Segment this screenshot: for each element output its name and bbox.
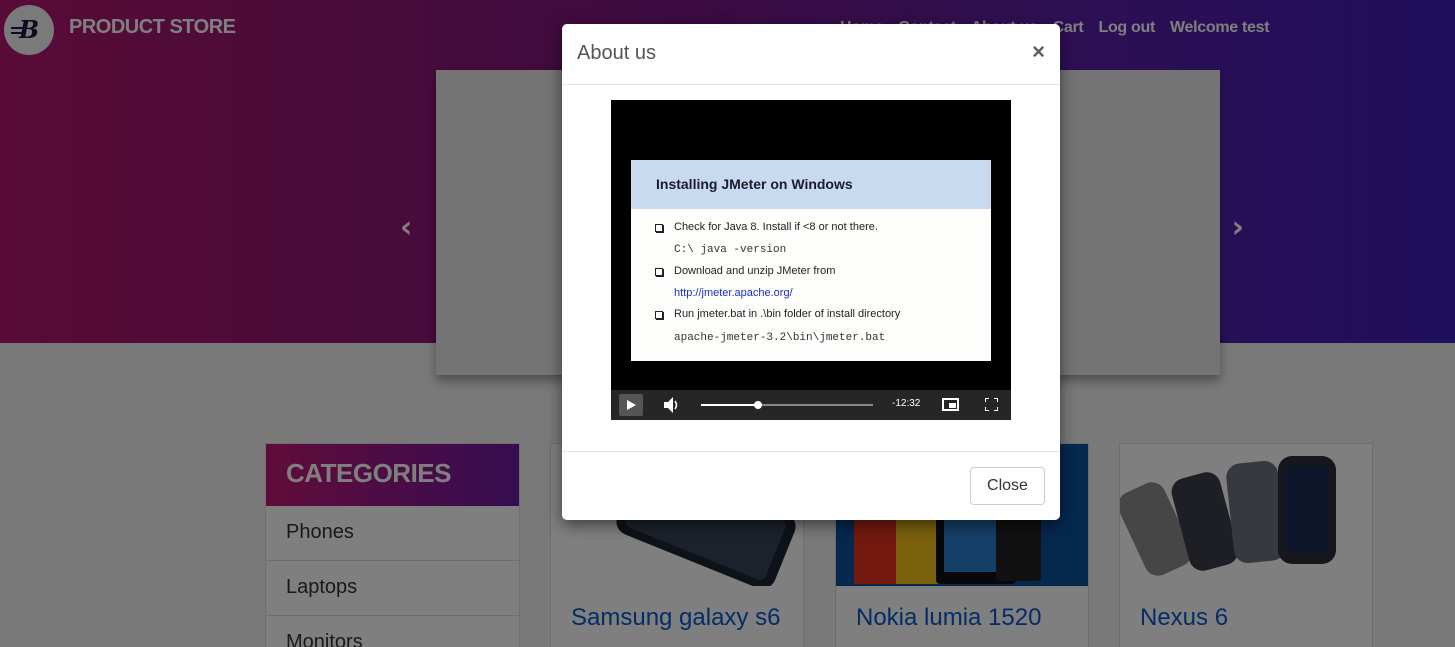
play-icon[interactable]	[619, 394, 643, 416]
checkbox-bullet-icon	[655, 224, 663, 232]
slide-line: apache-jmeter-3.2\bin\jmeter.bat	[674, 332, 886, 344]
slide-link: http://jmeter.apache.org/	[674, 287, 793, 299]
video-player[interactable]: Installing JMeter on Windows Check for J…	[611, 100, 1011, 420]
time-remaining: -12:32	[892, 398, 921, 409]
video-frame: Installing JMeter on Windows Check for J…	[631, 160, 991, 361]
video-controls: -12:32	[611, 390, 1011, 420]
close-icon[interactable]: ×	[1032, 39, 1045, 65]
slide-title: Installing JMeter on Windows	[631, 160, 991, 209]
volume-icon[interactable]	[663, 396, 679, 414]
progress-fill	[701, 404, 758, 406]
checkbox-bullet-icon	[655, 268, 663, 276]
progress-handle[interactable]	[754, 401, 762, 409]
modal-header: About us ×	[562, 24, 1060, 85]
modal-title: About us	[577, 42, 656, 64]
progress-slider[interactable]	[701, 401, 873, 409]
slide-line: Download and unzip JMeter from	[674, 265, 836, 277]
modal-body: Installing JMeter on Windows Check for J…	[562, 85, 1060, 451]
picture-in-picture-icon[interactable]	[942, 398, 959, 411]
checkbox-bullet-icon	[655, 311, 663, 319]
fullscreen-icon[interactable]	[985, 398, 998, 411]
modal-footer: Close	[562, 451, 1060, 520]
slide-line: C:\ java -version	[674, 244, 787, 256]
slide-line: Check for Java 8. Install if <8 or not t…	[674, 221, 878, 233]
about-us-modal: About us × Installing JMeter on Windows …	[562, 24, 1060, 520]
close-button[interactable]: Close	[970, 467, 1045, 505]
slide-line: Run jmeter.bat in .\bin folder of instal…	[674, 308, 901, 320]
